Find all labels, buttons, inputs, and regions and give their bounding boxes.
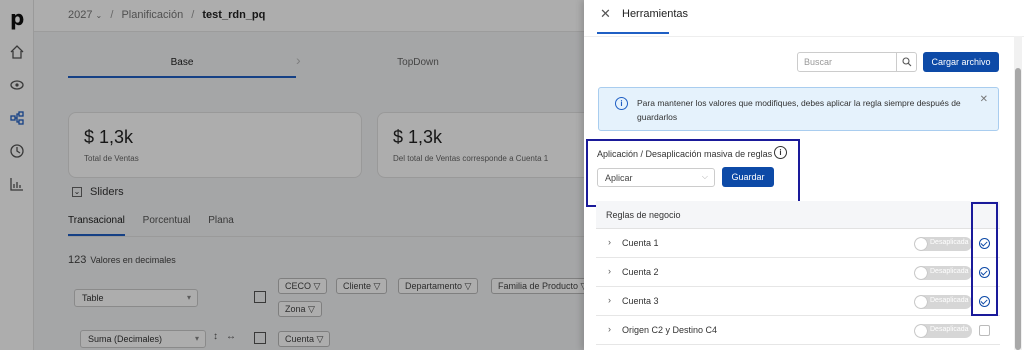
- rule-toggle[interactable]: Desaplicada: [914, 324, 972, 338]
- chevron-right-icon[interactable]: ›: [608, 237, 611, 247]
- upload-file-button[interactable]: Cargar archivo: [923, 52, 999, 72]
- info-alert-text: Para mantener los valores que modifiques…: [637, 98, 961, 122]
- save-button[interactable]: Guardar: [722, 167, 774, 187]
- rule-status: Desaplicada: [930, 239, 969, 246]
- business-rules-table: Reglas de negocio › Cuenta 1 Desaplicada…: [596, 201, 1000, 350]
- rule-row[interactable]: › Cuenta 1 Desaplicada: [596, 229, 1000, 258]
- rule-status: Desaplicada: [930, 326, 969, 333]
- info-alert: i Para mantener los valores que modifiqu…: [598, 87, 999, 131]
- info-icon[interactable]: i: [774, 146, 787, 159]
- search-field[interactable]: Buscar: [797, 52, 917, 72]
- close-icon[interactable]: ✕: [600, 6, 611, 22]
- search-icon: [902, 57, 912, 67]
- rule-name: Cuenta 3: [622, 296, 659, 306]
- toggle-knob: [915, 325, 927, 337]
- panel-title: Herramientas: [622, 8, 689, 20]
- toggle-knob: [915, 238, 927, 250]
- chevron-right-icon[interactable]: ›: [608, 295, 611, 305]
- modal-backdrop[interactable]: [0, 0, 584, 350]
- panel-scrollbar[interactable]: [1014, 36, 1022, 350]
- panel-header: ✕ Herramientas: [584, 0, 1024, 30]
- rule-status: Desaplicada: [930, 297, 969, 304]
- chevron-right-icon[interactable]: ›: [608, 266, 611, 276]
- search-input[interactable]: Buscar: [804, 57, 832, 67]
- business-rules-header: Reglas de negocio: [596, 201, 1000, 229]
- info-icon: i: [615, 97, 628, 110]
- mass-apply-label: Aplicación / Desaplicación masiva de reg…: [597, 149, 773, 159]
- mass-apply-select-value: Aplicar: [605, 173, 633, 183]
- chevron-right-icon[interactable]: ›: [608, 324, 611, 334]
- rule-toggle[interactable]: Desaplicada: [914, 266, 972, 280]
- tools-panel: ✕ Herramientas Buscar Cargar archivo i P…: [584, 0, 1024, 350]
- close-icon[interactable]: ✕: [980, 94, 988, 105]
- business-rules-title: Reglas de negocio: [606, 210, 681, 220]
- mass-apply-select[interactable]: Aplicar ⌵: [597, 168, 715, 187]
- toggle-knob: [915, 296, 927, 308]
- panel-tab-indicator: [597, 32, 669, 34]
- rule-name: Cuenta 2: [622, 267, 659, 277]
- rule-toggle[interactable]: Desaplicada: [914, 237, 972, 251]
- rule-row[interactable]: › Cuenta 2 Desaplicada: [596, 258, 1000, 287]
- scrollbar-thumb[interactable]: [1015, 68, 1021, 350]
- rule-name: Origen C2 y Destino C4: [622, 325, 718, 335]
- divider: [584, 36, 1024, 37]
- toggle-knob: [915, 267, 927, 279]
- rule-name: Cuenta 1: [622, 238, 659, 248]
- rule-row[interactable]: › Origen C2 y Destino C4 Desaplicada: [596, 316, 1000, 345]
- rule-status: Desaplicada: [930, 268, 969, 275]
- chevron-down-icon: ⌵: [701, 172, 708, 181]
- search-button[interactable]: [896, 53, 916, 71]
- rule-checkbox[interactable]: [979, 325, 990, 336]
- highlight-box-checkboxes: [971, 202, 998, 316]
- rule-toggle[interactable]: Desaplicada: [914, 295, 972, 309]
- rule-row[interactable]: › Cuenta 3 Desaplicada: [596, 287, 1000, 316]
